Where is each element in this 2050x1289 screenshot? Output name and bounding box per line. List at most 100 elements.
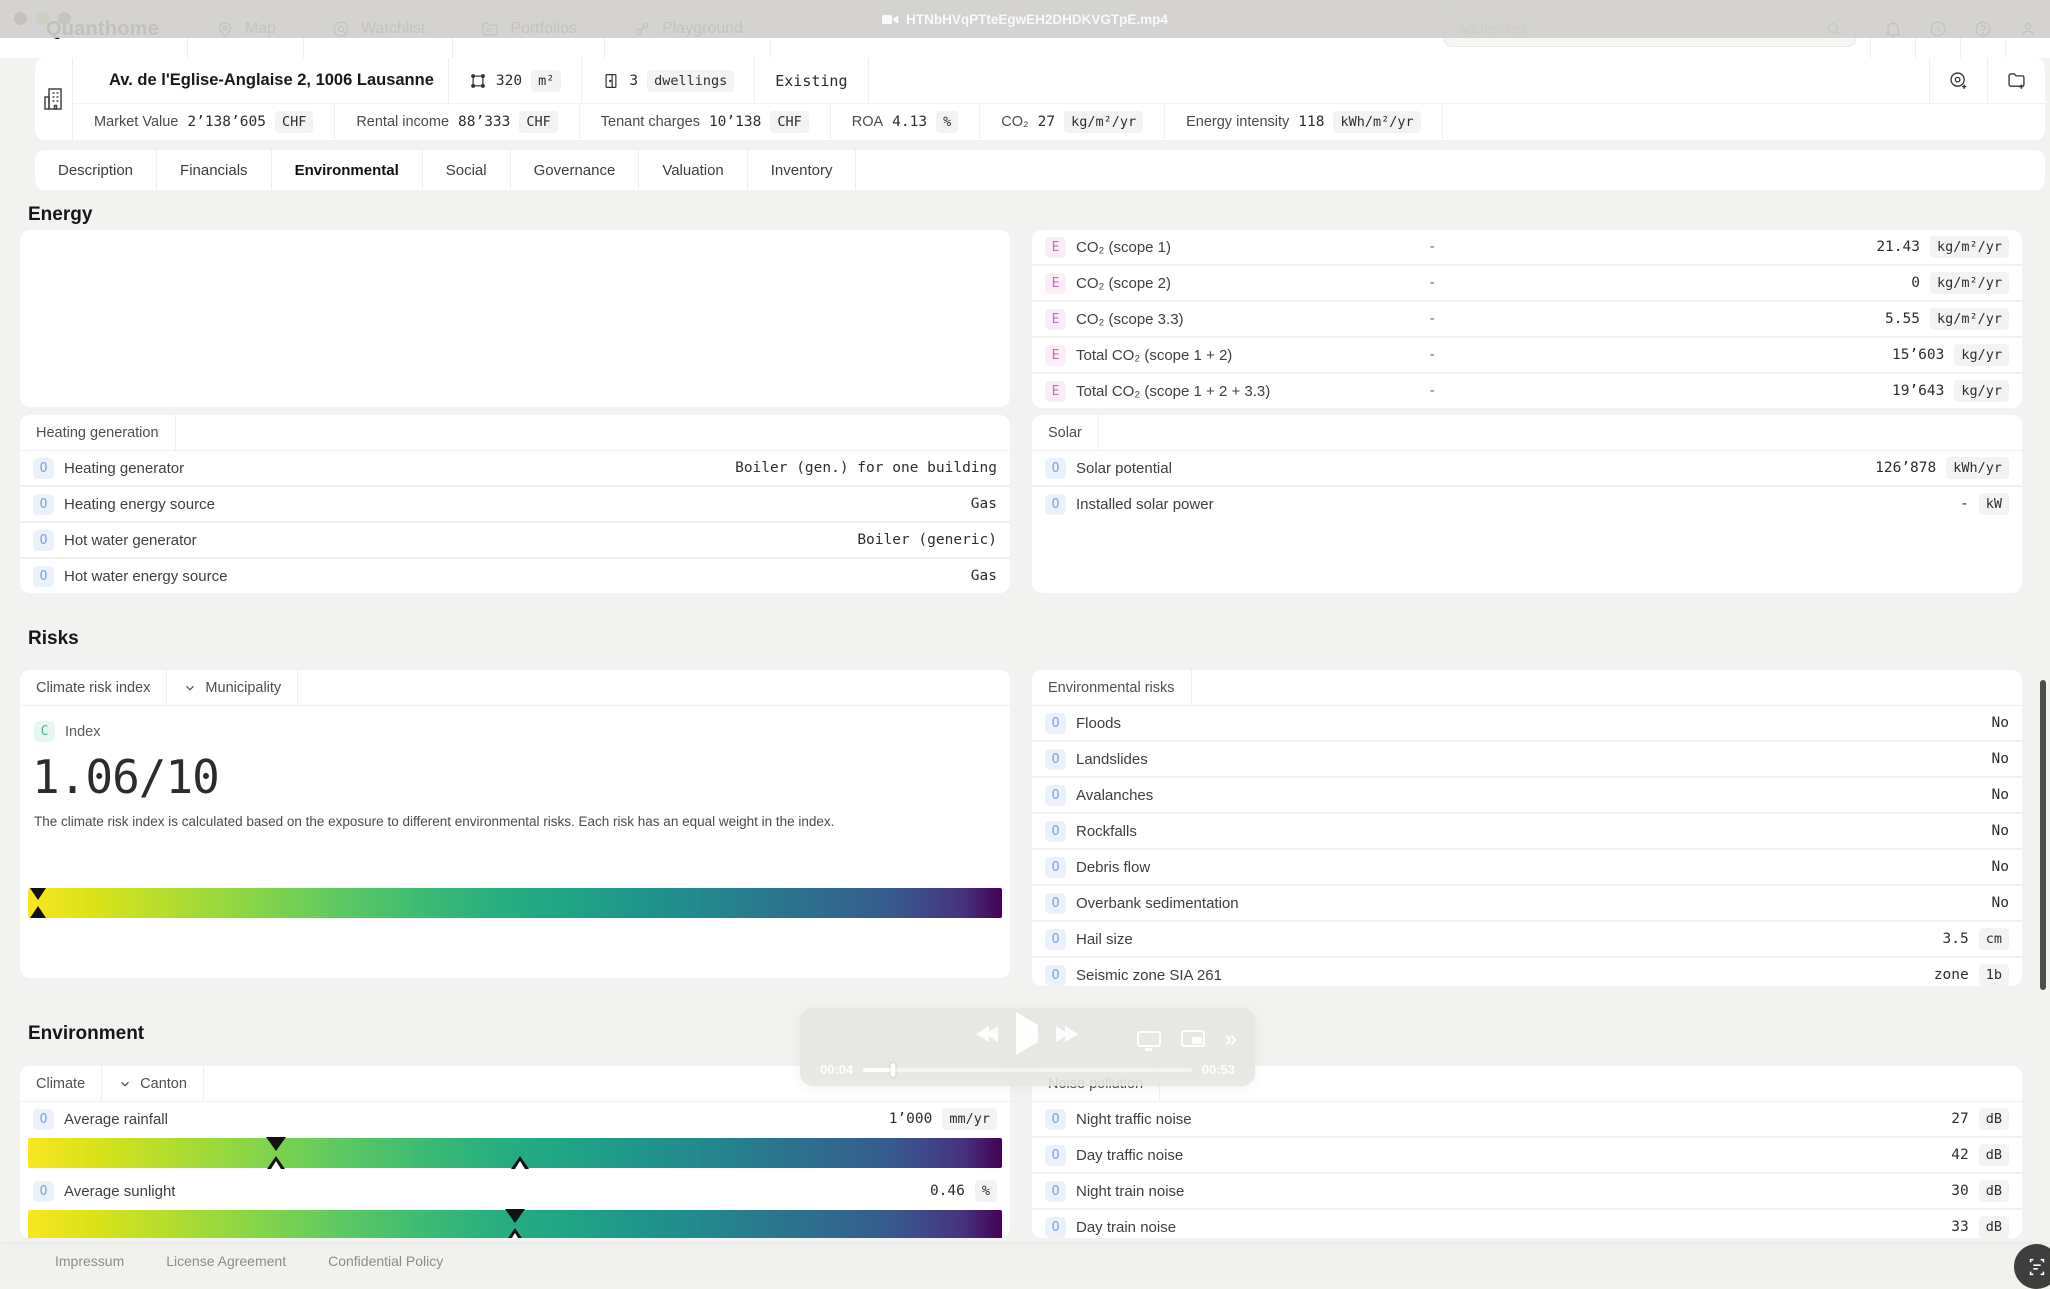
row-label: CO₂ (scope 2) <box>1076 275 1901 292</box>
traffic-light-buttons[interactable] <box>14 12 71 25</box>
table-row: ECO₂ (scope 2)-0kg/m²/yr <box>1032 266 2022 300</box>
source-badge: O <box>1045 1217 1066 1238</box>
row-label: Landslides <box>1076 751 1982 768</box>
row-value: 126’878 <box>1875 460 1936 476</box>
fast-forward-button[interactable] <box>1056 1026 1078 1042</box>
tab-social[interactable]: Social <box>423 150 511 190</box>
scope-dropdown-municipality[interactable]: Municipality <box>167 670 298 705</box>
footer: Impressum License Agreement Confidential… <box>0 1244 2050 1277</box>
add-to-portfolio-button[interactable] <box>1987 58 2045 103</box>
source-badge: O <box>33 1109 54 1130</box>
row-label: Solar potential <box>1076 460 1865 477</box>
source-badge: O <box>33 530 54 551</box>
row-value: 15’603 <box>1892 347 1944 363</box>
source-badge: O <box>1045 929 1066 950</box>
stat-energy-intensity: Energy intensity118kWh/m²/yr <box>1165 104 1443 139</box>
area-unit: m² <box>531 70 561 92</box>
source-badge: E <box>1045 381 1066 402</box>
heating-generation-panel: Heating generation OHeating generatorBoi… <box>20 415 1010 593</box>
door-icon <box>602 72 620 90</box>
video-player-controls[interactable]: » 00:04 00:53 <box>800 1008 1255 1086</box>
row-dash: - <box>1428 239 1436 255</box>
playback-speed-icon[interactable]: » <box>1225 1032 1237 1046</box>
row-label: Overbank sedimentation <box>1076 895 1982 912</box>
row-unit: kWh/yr <box>1946 457 2009 479</box>
status-segment: Existing <box>755 58 868 103</box>
stat-roa: ROA4.13% <box>831 104 980 139</box>
energy-chart-panel <box>20 230 1010 407</box>
row-value: 30 <box>1951 1183 1968 1199</box>
table-row: ODebris flowNo <box>1032 850 2022 884</box>
table-row: ODay traffic noise42dB <box>1032 1138 2022 1172</box>
source-badge: O <box>1045 965 1066 986</box>
scan-fab-button[interactable] <box>2014 1244 2050 1289</box>
tab-inventory[interactable]: Inventory <box>748 150 857 190</box>
row-label: Total CO₂ (scope 1 + 2 + 3.3) <box>1076 383 1882 400</box>
footer-link-license[interactable]: License Agreement <box>166 1253 286 1269</box>
chevron-down-icon <box>183 681 197 695</box>
row-dash: - <box>1428 311 1436 327</box>
tab-heating-generation[interactable]: Heating generation <box>20 415 176 450</box>
row-value: No <box>1992 823 2009 839</box>
row-label: CO₂ (scope 3.3) <box>1076 311 1875 328</box>
row-label: Night train noise <box>1076 1183 1941 1200</box>
tab-financials[interactable]: Financials <box>157 150 272 190</box>
row-unit: dB <box>1979 1108 2009 1130</box>
scope-dropdown-canton[interactable]: Canton <box>102 1066 204 1101</box>
seek-bar[interactable] <box>863 1068 1192 1072</box>
row-value: Gas <box>971 568 997 584</box>
tab-climate-risk-index[interactable]: Climate risk index <box>20 670 167 705</box>
table-row: OHail size3.5cm <box>1032 922 2022 956</box>
area-segment: 320 m² <box>448 58 582 103</box>
property-stats-row: Market Value2’138’605CHFRental income88’… <box>73 104 2045 139</box>
row-label: Hot water energy source <box>64 568 961 585</box>
vertical-scrollbar[interactable] <box>2040 680 2046 990</box>
scan-lines-icon <box>2026 1256 2048 1278</box>
bar-marker-up <box>505 1227 525 1238</box>
tab-valuation[interactable]: Valuation <box>639 150 747 190</box>
row-value: 27 <box>1951 1111 1968 1127</box>
source-badge: O <box>33 494 54 515</box>
tab-solar[interactable]: Solar <box>1032 415 1099 450</box>
building-icon <box>42 86 66 112</box>
row-value: 0 <box>1911 275 1920 291</box>
source-badge: O <box>33 566 54 587</box>
row-unit: % <box>975 1180 997 1202</box>
source-badge: E <box>1045 345 1066 366</box>
table-row: OSeismic zone SIA 261zone1b <box>1032 958 2022 986</box>
row-dash: - <box>1428 347 1436 363</box>
source-badge: O <box>33 1181 54 1202</box>
tab-description[interactable]: Description <box>35 150 157 190</box>
row-value: 1’000 <box>889 1111 933 1127</box>
co2-table: ECO₂ (scope 1)-21.43kg/m²/yrECO₂ (scope … <box>1032 230 2022 408</box>
video-camera-icon <box>882 13 899 26</box>
row-unit: kg/yr <box>1954 380 2009 402</box>
tab-governance[interactable]: Governance <box>511 150 640 190</box>
rewind-button[interactable] <box>976 1026 998 1042</box>
tab-climate[interactable]: Climate <box>20 1066 102 1101</box>
add-to-watchlist-button[interactable] <box>1929 58 1987 103</box>
row-value: No <box>1992 859 2009 875</box>
table-row: ODay train noise33dB <box>1032 1210 2022 1238</box>
footer-link-confidential[interactable]: Confidential Policy <box>328 1253 443 1269</box>
index-marker <box>30 888 46 900</box>
seek-thumb[interactable] <box>890 1063 895 1077</box>
airplay-icon[interactable] <box>1137 1031 1161 1047</box>
row-label: Avalanches <box>1076 787 1982 804</box>
climate-risk-panel: Climate risk index Municipality C Index … <box>20 670 1010 978</box>
row-value: Boiler (gen.) for one building <box>735 460 997 476</box>
footer-link-impressum[interactable]: Impressum <box>55 1253 124 1269</box>
table-row: OInstalled solar power-kW <box>1032 487 2022 521</box>
status-badge: Existing <box>775 72 847 90</box>
row-label: Day train noise <box>1076 1219 1941 1236</box>
row-value: Gas <box>971 496 997 512</box>
picture-in-picture-icon[interactable] <box>1181 1030 1205 1047</box>
bar-marker-down <box>266 1137 286 1151</box>
play-button[interactable] <box>1016 1025 1038 1043</box>
source-badge: O <box>1045 785 1066 806</box>
tab-environmental[interactable]: Environmental <box>272 150 423 190</box>
row-unit: dB <box>1979 1180 2009 1202</box>
tab-environmental-risks[interactable]: Environmental risks <box>1032 670 1192 705</box>
noise-pollution-panel: Noise pollution ONight traffic noise27dB… <box>1032 1066 2022 1238</box>
climate-risk-description: The climate risk index is calculated bas… <box>20 804 1010 829</box>
